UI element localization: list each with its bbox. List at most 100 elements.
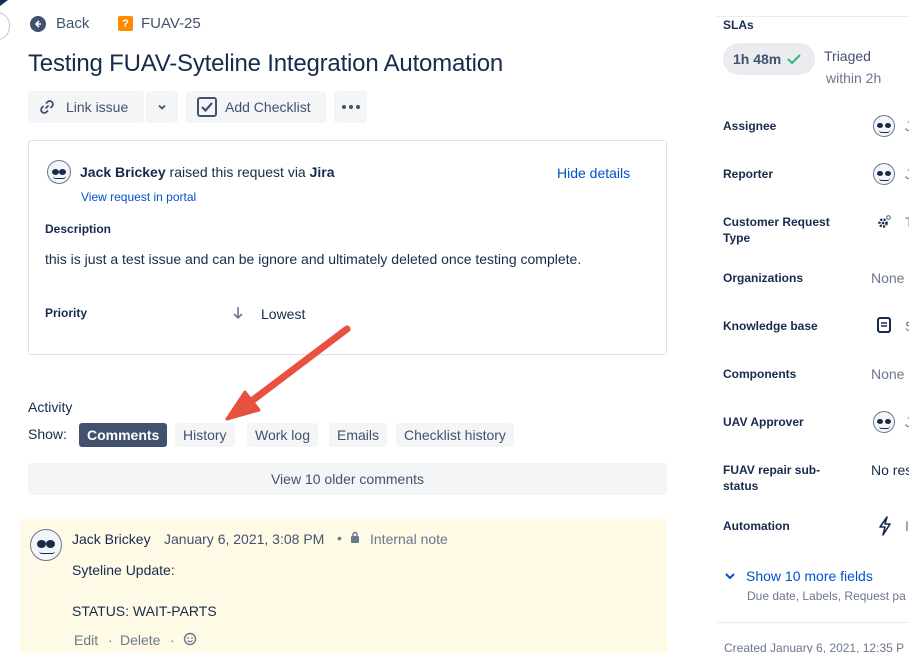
checkbox-icon bbox=[197, 97, 217, 117]
field-value-reporter[interactable]: J bbox=[905, 166, 909, 182]
assignee-avatar[interactable] bbox=[873, 115, 895, 137]
field-value-repair-sub-status[interactable]: No res bbox=[871, 462, 909, 478]
emoji-icon[interactable] bbox=[183, 632, 197, 646]
more-icon-dot bbox=[348, 105, 353, 109]
field-label-components: Components bbox=[723, 367, 797, 381]
activity-heading: Activity bbox=[28, 399, 73, 415]
priority-label: Priority bbox=[45, 306, 88, 320]
comment-body-line: Syteline Update: bbox=[72, 562, 175, 578]
link-issue-dropdown-button[interactable] bbox=[146, 91, 178, 123]
avatar-mouth bbox=[53, 176, 66, 179]
comment-body-line: STATUS: WAIT-PARTS bbox=[72, 603, 217, 619]
avatar-eye bbox=[37, 540, 46, 548]
uav-approver-avatar[interactable] bbox=[873, 411, 895, 433]
view-older-comments-button[interactable]: View 10 older comments bbox=[28, 463, 667, 495]
more-icon bbox=[341, 105, 346, 109]
field-value-assignee[interactable]: J bbox=[905, 118, 909, 134]
field-label-organizations: Organizations bbox=[723, 271, 804, 285]
issue-key-breadcrumb[interactable]: ? FUAV-25 bbox=[118, 15, 201, 32]
show-more-fields-list: Due date, Labels, Request pa bbox=[747, 589, 906, 603]
field-label-automation: Automation bbox=[723, 519, 790, 533]
back-label: Back bbox=[56, 15, 90, 32]
internal-note-label: Internal note bbox=[370, 531, 448, 547]
sla-status: Triaged bbox=[824, 48, 871, 64]
created-divider bbox=[716, 622, 909, 623]
sla-goal: within 2h bbox=[826, 70, 882, 86]
comment-separator: • bbox=[337, 530, 342, 546]
collapse-handle[interactable] bbox=[0, 12, 10, 40]
add-checklist-button[interactable]: Add Checklist bbox=[186, 91, 326, 123]
slas-label: SLAs bbox=[723, 18, 754, 32]
more-icon-dot bbox=[355, 105, 360, 109]
avatar-mouth bbox=[879, 130, 890, 133]
avatar-mouth bbox=[39, 551, 55, 554]
comment-delete-button[interactable]: Delete bbox=[120, 632, 160, 648]
back-button[interactable]: Back bbox=[30, 15, 89, 32]
more-actions-button[interactable] bbox=[334, 91, 367, 123]
reporter-name[interactable]: Jack Brickey bbox=[80, 164, 166, 180]
field-value-uav-approver[interactable]: J bbox=[905, 414, 909, 430]
link-icon bbox=[40, 100, 54, 114]
cursor-fragment-icon bbox=[0, 0, 8, 6]
avatar-eye bbox=[885, 419, 891, 424]
comment-date[interactable]: January 6, 2021, 3:08 PM bbox=[164, 531, 324, 547]
gear-icon bbox=[878, 215, 891, 228]
tab-work-log[interactable]: Work log bbox=[247, 423, 318, 447]
question-square-icon: ? bbox=[118, 16, 133, 31]
avatar-eye bbox=[885, 171, 891, 176]
avatar-eye bbox=[59, 169, 66, 175]
created-timestamp: Created January 6, 2021, 12:35 P bbox=[724, 641, 905, 653]
comment-author-avatar[interactable] bbox=[30, 529, 62, 561]
field-value-organizations[interactable]: None bbox=[871, 270, 904, 286]
field-label-knowledge-base: Knowledge base bbox=[723, 319, 818, 333]
link-issue-label: Link issue bbox=[66, 99, 129, 115]
view-in-portal-link[interactable]: View request in portal bbox=[81, 190, 196, 204]
field-value-request-type[interactable]: T bbox=[905, 214, 909, 230]
field-label-uav-approver: UAV Approver bbox=[723, 415, 804, 429]
issue-title[interactable]: Testing FUAV-Syteline Integration Automa… bbox=[28, 50, 503, 78]
action-separator: · bbox=[170, 632, 175, 648]
issue-key: FUAV-25 bbox=[141, 15, 201, 32]
show-more-fields-button[interactable]: Show 10 more fields bbox=[724, 568, 873, 584]
annotation-arrow-icon bbox=[225, 325, 351, 421]
avatar-eye bbox=[877, 123, 883, 128]
field-label-reporter: Reporter bbox=[723, 167, 774, 181]
description-label: Description bbox=[45, 222, 112, 236]
field-value-knowledge-base[interactable]: S bbox=[905, 318, 909, 334]
field-value-components[interactable]: None bbox=[871, 366, 904, 382]
avatar-mouth bbox=[879, 178, 890, 181]
description-text[interactable]: this is just a test issue and can be ign… bbox=[45, 251, 581, 267]
hide-details-link[interactable]: Hide details bbox=[557, 165, 630, 181]
chevron-down-icon bbox=[158, 104, 166, 110]
sidebar-top-divider bbox=[716, 16, 909, 17]
add-checklist-label: Add Checklist bbox=[225, 99, 311, 115]
show-more-label: Show 10 more fields bbox=[746, 568, 873, 584]
avatar-eye bbox=[46, 540, 55, 548]
avatar-eye bbox=[877, 419, 883, 424]
tab-comments[interactable]: Comments bbox=[79, 423, 168, 447]
tab-emails[interactable]: Emails bbox=[329, 423, 388, 447]
comment-edit-button[interactable]: Edit bbox=[74, 632, 98, 648]
avatar-eye bbox=[52, 169, 59, 175]
action-separator: · bbox=[108, 632, 113, 648]
raised-by-text: Jack Brickey raised this request via Jir… bbox=[80, 164, 335, 180]
comment-author[interactable]: Jack Brickey bbox=[72, 531, 151, 547]
reporter-avatar[interactable] bbox=[47, 160, 71, 184]
tab-history[interactable]: History bbox=[175, 423, 235, 447]
field-label-assignee: Assignee bbox=[723, 119, 777, 133]
lightning-icon bbox=[879, 516, 891, 536]
sla-timer-badge[interactable]: 1h 48m bbox=[723, 43, 815, 75]
tab-checklist-history[interactable]: Checklist history bbox=[396, 423, 514, 447]
field-value-automation[interactable]: I bbox=[905, 518, 909, 534]
arrow-left-icon bbox=[30, 15, 46, 32]
avatar-eye bbox=[877, 171, 883, 176]
field-label-repair-sub-status: FUAV repair sub-status bbox=[723, 463, 821, 493]
link-issue-button[interactable]: Link issue bbox=[28, 91, 144, 123]
chevron-down-icon bbox=[725, 573, 735, 580]
channel-name: Jira bbox=[309, 164, 335, 180]
avatar-mouth bbox=[879, 426, 890, 429]
reporter-field-avatar[interactable] bbox=[873, 163, 895, 185]
field-label-request-type: Customer Request Type bbox=[723, 215, 830, 245]
raised-text: raised this request via bbox=[165, 164, 310, 180]
lock-icon bbox=[351, 531, 359, 543]
